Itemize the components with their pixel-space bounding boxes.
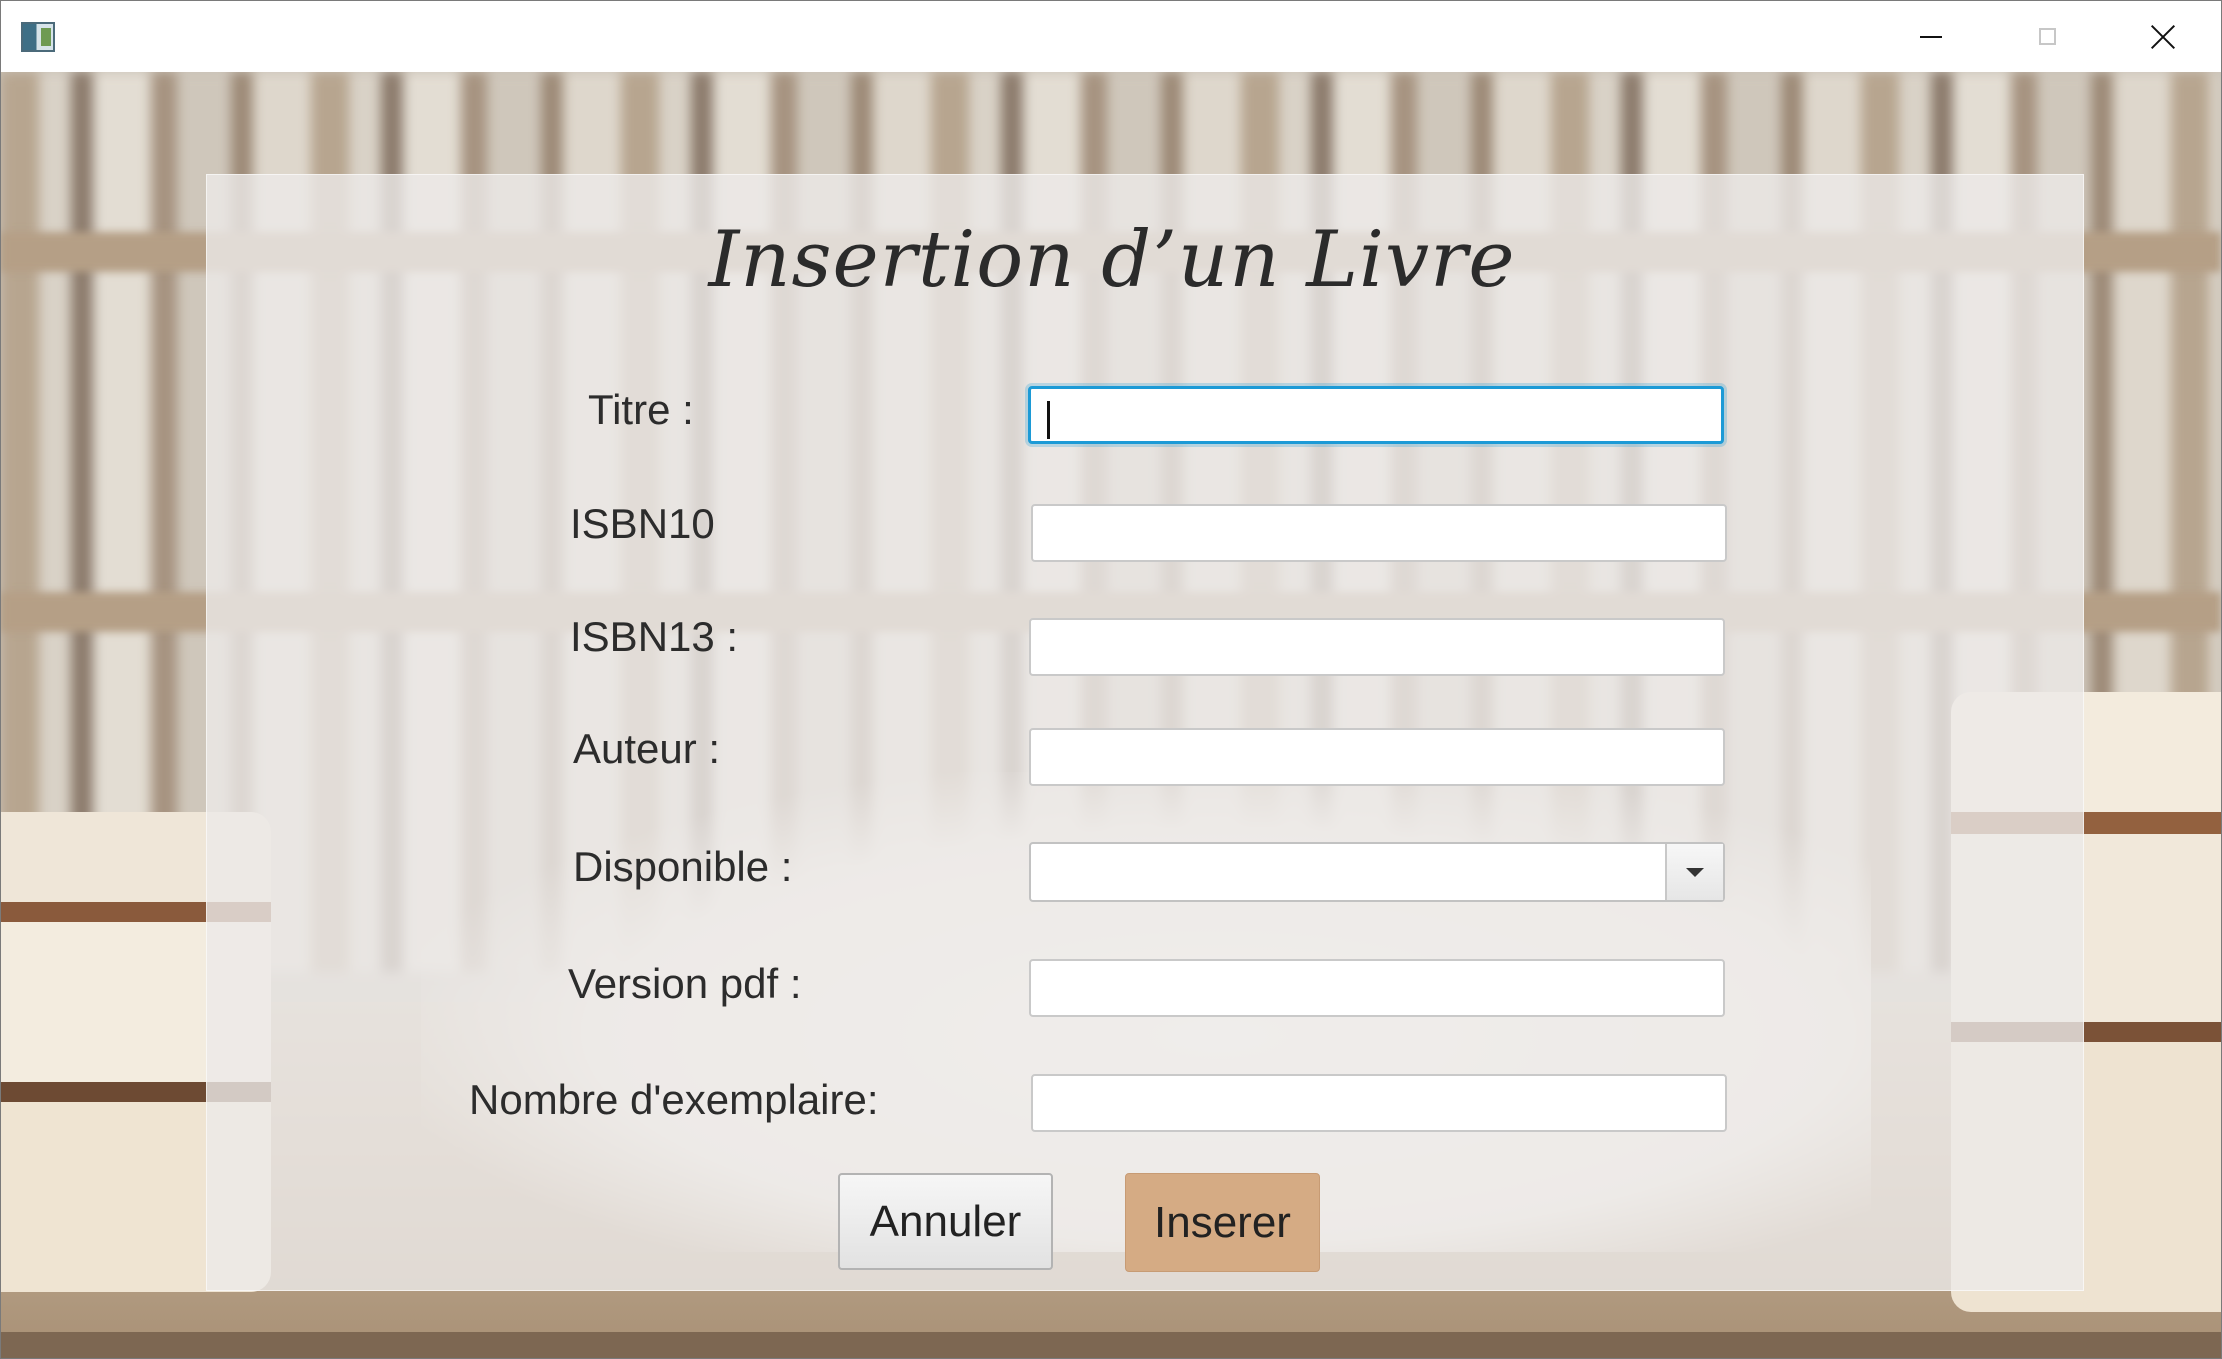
chevron-down-icon — [1686, 867, 1704, 877]
close-icon — [2151, 25, 2175, 49]
close-button[interactable] — [2105, 1, 2221, 72]
maximize-button[interactable] — [1989, 1, 2105, 72]
app-window-icon — [21, 22, 55, 52]
isbn13-label: ISBN13 : — [570, 613, 739, 660]
nombre-exemplaire-label: Nombre d'exemplaire: — [469, 1076, 879, 1123]
table-edge — [1, 1332, 2221, 1358]
titre-input[interactable] — [1028, 386, 1724, 444]
isbn13-input[interactable] — [1029, 618, 1725, 676]
disponible-label: Disponible : — [573, 843, 793, 890]
isbn10-label: ISBN10 — [570, 500, 715, 547]
minimize-icon — [1920, 35, 1942, 38]
text-caret — [1047, 401, 1050, 439]
version-pdf-label: Version pdf : — [568, 960, 802, 1007]
disponible-combobox[interactable] — [1029, 842, 1725, 902]
auteur-input[interactable] — [1029, 728, 1725, 786]
title-bar — [1, 1, 2221, 72]
dropdown-arrow-button[interactable] — [1665, 844, 1723, 900]
titre-label: Titre : — [588, 386, 694, 433]
insert-button[interactable]: Inserer — [1125, 1173, 1320, 1272]
auteur-label: Auteur : — [573, 725, 721, 772]
version-pdf-input[interactable] — [1029, 959, 1725, 1017]
form-title: Insertion d’un Livre — [708, 215, 1516, 305]
cancel-button[interactable]: Annuler — [838, 1173, 1053, 1270]
maximize-icon — [2038, 28, 2056, 45]
minimize-button[interactable] — [1873, 1, 1989, 72]
nombre-exemplaire-input[interactable] — [1031, 1074, 1727, 1132]
app-window: Insertion d’un Livre Titre : ISBN10 ISBN… — [0, 0, 2222, 1359]
isbn10-input[interactable] — [1031, 504, 1727, 562]
